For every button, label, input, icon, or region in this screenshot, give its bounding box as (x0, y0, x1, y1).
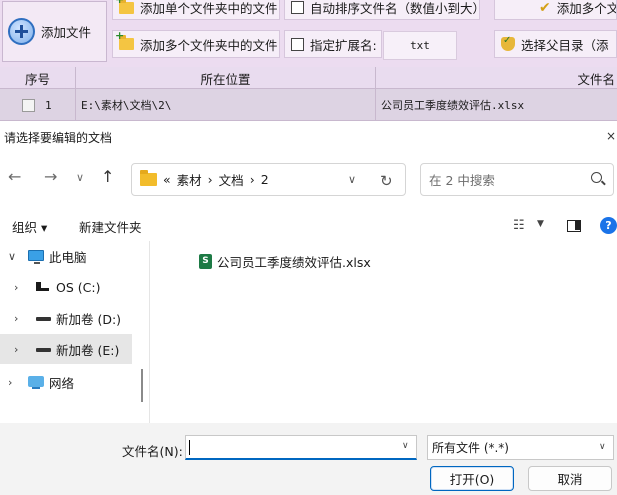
nav-item-drive-d[interactable]: › 新加卷 (D:) (0, 303, 132, 333)
up-arrow-icon[interactable]: ↑ (101, 167, 114, 186)
view-dropdown-icon[interactable]: ▼ (537, 219, 544, 229)
navigation-bar: ← → ∨ ↑ « 素材 › 文档 › 2 ∨ ↻ 在 2 中搜索 (0, 157, 617, 201)
nav-label: 新加卷 (E:) (56, 342, 120, 358)
excel-file-icon: S (199, 253, 212, 269)
folder-icon (140, 170, 157, 186)
breadcrumb-separator[interactable]: › (208, 172, 213, 187)
new-folder-button[interactable]: 新建文件夹 (79, 217, 142, 236)
open-button[interactable]: 打开(O) (430, 466, 514, 491)
nav-label: 网络 (49, 375, 75, 391)
row-location: E:\素材\文档\2\ (76, 89, 376, 121)
file-name: 公司员工季度绩效评估.xlsx (217, 254, 371, 270)
folder-add-icon (115, 0, 134, 14)
os-drive-icon (36, 282, 49, 291)
forward-arrow-icon[interactable]: → (44, 167, 57, 186)
drive-icon (36, 317, 51, 321)
nav-item-network[interactable]: › 网络 (0, 367, 132, 397)
address-bar[interactable]: « 素材 › 文档 › 2 ∨ (131, 163, 406, 196)
add-multi-right-label: 添加多个文 (556, 1, 617, 16)
nav-item-os-c[interactable]: › OS (C:) (0, 272, 132, 302)
expand-arrow-icon[interactable]: › (14, 343, 18, 356)
search-placeholder: 在 2 中搜索 (429, 173, 495, 188)
nav-item-this-pc[interactable]: ∨ 此电脑 (0, 241, 132, 271)
chevron-down-icon[interactable]: ∨ (402, 441, 409, 451)
filename-input[interactable]: ∨ (185, 435, 417, 460)
col-index-header[interactable]: 序号 (0, 67, 76, 89)
select-parent-button[interactable]: 选择父目录（添 (494, 30, 617, 58)
file-type-select[interactable]: 所有文件 (*.*) ∨ (427, 435, 614, 460)
breadcrumb-overflow[interactable]: « (163, 172, 171, 187)
nav-item-drive-e[interactable]: › 新加卷 (E:) (0, 334, 132, 364)
breadcrumb-item-sucai[interactable]: 素材 (177, 170, 202, 189)
view-options-icon[interactable]: ☷ (513, 218, 525, 233)
filename-label: 文件名(N): (122, 444, 183, 459)
breadcrumb-separator[interactable]: › (250, 172, 255, 187)
expand-arrow-icon[interactable]: ∨ (8, 250, 16, 263)
cancel-button[interactable]: 取消 (528, 466, 612, 491)
back-arrow-icon[interactable]: ← (8, 167, 21, 186)
extension-input[interactable]: txt (383, 31, 457, 60)
add-multi-right-button[interactable]: ✔ 添加多个文 (494, 0, 617, 20)
nav-label: OS (C:) (56, 279, 101, 295)
add-multi-folder-button[interactable]: 添加多个文件夹中的文件 (112, 30, 280, 58)
specify-ext-label: 指定扩展名: (310, 37, 377, 53)
add-file-label: 添加文件 (41, 25, 92, 40)
dialog-title: 请选择要编辑的文档 (0, 125, 617, 149)
nav-pane-scrollbar[interactable] (141, 369, 143, 402)
plus-icon (8, 18, 35, 45)
col-filename-header[interactable]: 文件名 (376, 67, 617, 89)
auto-sort-check[interactable] (291, 1, 304, 14)
app-toolbar: 添加文件 添加单个文件夹中的文件 自动排序文件名（数值小到大） ✔ 添加多个文 … (0, 0, 617, 67)
col-location-header[interactable]: 所在位置 (76, 67, 376, 89)
specify-ext-checkbox[interactable]: 指定扩展名: (284, 30, 382, 58)
preview-pane-icon[interactable] (567, 220, 581, 232)
file-type-value: 所有文件 (*.*) (432, 441, 509, 455)
dialog-footer: 文件名(N): ∨ 所有文件 (*.*) ∨ 打开(O) 取消 (0, 423, 617, 495)
row-index-cell: 1 (0, 89, 76, 121)
network-icon (28, 376, 44, 389)
pane-divider[interactable] (149, 241, 150, 423)
breadcrumb-item-wendang[interactable]: 文档 (219, 170, 244, 189)
row-checkbox[interactable] (22, 98, 35, 112)
grid-header: 序号 所在位置 文件名 (0, 67, 617, 89)
list-item[interactable]: S 公司员工季度绩效评估.xlsx (199, 251, 371, 271)
file-open-dialog: 请选择要编辑的文档 × ← → ∨ ↑ « 素材 › 文档 › 2 ∨ ↻ 在 … (0, 125, 617, 495)
shield-check-icon (501, 35, 515, 51)
drive-icon (36, 348, 51, 352)
row-filename: 公司员工季度绩效评估.xlsx (381, 99, 525, 112)
table-row[interactable]: 1 E:\素材\文档\2\ 公司员工季度绩效评估.xlsx (0, 89, 617, 121)
expand-arrow-icon[interactable]: › (8, 376, 12, 389)
expand-arrow-icon[interactable]: › (14, 281, 18, 294)
command-bar: 组织 ▾ 新建文件夹 ☷ ▼ ? (0, 212, 617, 238)
select-parent-label: 选择父目录（添 (521, 37, 609, 53)
refresh-icon[interactable]: ↻ (380, 172, 393, 190)
close-icon[interactable]: × (606, 129, 616, 143)
row-index: 1 (45, 98, 52, 112)
folder-add-icon (115, 31, 134, 50)
add-single-folder-button[interactable]: 添加单个文件夹中的文件 (112, 0, 280, 20)
auto-sort-label: 自动排序文件名（数值小到大） (310, 1, 480, 16)
add-multi-folder-label: 添加多个文件夹中的文件 (140, 37, 278, 53)
add-single-folder-label: 添加单个文件夹中的文件 (140, 1, 278, 16)
help-icon[interactable]: ? (600, 217, 617, 234)
text-caret (189, 440, 190, 455)
specify-ext-check[interactable] (291, 37, 304, 51)
chevron-down-icon[interactable]: ∨ (599, 442, 606, 452)
search-icon[interactable] (591, 172, 602, 183)
chevron-down-icon[interactable]: ∨ (348, 173, 356, 186)
organize-menu[interactable]: 组织 ▾ (12, 217, 47, 236)
search-input[interactable]: 在 2 中搜索 (420, 163, 614, 196)
nav-label: 新加卷 (D:) (56, 311, 122, 327)
expand-arrow-icon[interactable]: › (14, 312, 18, 325)
computer-icon (28, 250, 44, 264)
navigation-pane: ∨ 此电脑 › OS (C:) › 新加卷 (D:) › 新加卷 (E:) › … (0, 241, 132, 423)
breadcrumb-item-2[interactable]: 2 (261, 172, 269, 187)
auto-sort-checkbox[interactable]: 自动排序文件名（数值小到大） (284, 0, 480, 20)
recent-locations-icon[interactable]: ∨ (76, 171, 84, 184)
check-icon: ✔ (539, 0, 551, 16)
add-file-button[interactable]: 添加文件 (2, 1, 107, 62)
nav-label: 此电脑 (49, 249, 87, 265)
